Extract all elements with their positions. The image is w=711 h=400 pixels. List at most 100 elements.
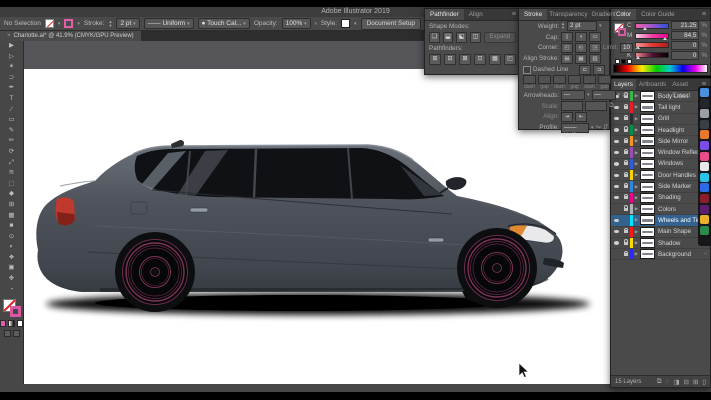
expand-arrow-icon[interactable]: ▶ — [633, 93, 640, 99]
layer-thumbnail[interactable] — [640, 114, 655, 124]
align-outside-button[interactable]: ▥ — [589, 54, 601, 64]
zoom-tool[interactable]: ◔ — [0, 285, 23, 296]
type-tool[interactable]: T — [0, 94, 23, 105]
gradient-button[interactable] — [8, 320, 14, 327]
dock-app-icon-10[interactable] — [700, 194, 709, 203]
layer-row[interactable]: ▶Main Shape○ — [611, 227, 710, 238]
align-dashes-button[interactable]: ⊐ — [593, 65, 605, 75]
lock-toggle[interactable] — [621, 185, 630, 188]
layer-name[interactable]: Side Mirror — [658, 138, 701, 145]
gap-field[interactable] — [598, 75, 611, 84]
expand-arrow-icon[interactable]: ▶ — [633, 161, 640, 167]
layer-row[interactable]: ▶Side Mirror○ — [611, 136, 710, 147]
trim-button[interactable]: ⊟ — [444, 54, 456, 65]
gap-field[interactable] — [538, 75, 551, 84]
expand-arrow-icon[interactable]: ▶ — [633, 217, 640, 223]
selection-tool[interactable]: ▶ — [0, 41, 23, 52]
tab-pathfinder[interactable]: Pathfinder — [425, 9, 464, 20]
layer-name[interactable]: Background — [658, 251, 701, 258]
line-segment-tool[interactable]: ∕ — [0, 105, 23, 116]
tab-stroke[interactable]: Stroke — [519, 9, 547, 20]
expand-button[interactable]: Expand — [484, 32, 516, 43]
profile-dropdown[interactable]: —— Uniform — [561, 123, 589, 133]
layer-name[interactable]: Headlight — [658, 127, 701, 134]
align-center-button[interactable]: ▤ — [561, 54, 573, 64]
rectangle-tool[interactable]: ▭ — [0, 115, 23, 126]
merge-button[interactable]: ⊠ — [459, 54, 471, 65]
layer-name[interactable]: Main Shape — [658, 228, 701, 235]
shape-builder-tool[interactable]: ◆ — [0, 189, 23, 200]
channel-value[interactable]: 21.25 — [671, 21, 699, 30]
document-setup-button[interactable]: Document Setup — [361, 18, 421, 30]
swap-arrowheads-icon[interactable]: ⇄ — [622, 92, 627, 99]
scale-tool[interactable]: ⤢ — [0, 158, 23, 169]
layer-row[interactable]: ▶Shadow○ — [611, 238, 710, 249]
scale-end-field[interactable] — [585, 101, 607, 111]
pen-tool[interactable]: ✒ — [0, 83, 23, 94]
visibility-toggle[interactable] — [611, 151, 621, 154]
flip-across-icon[interactable]: ⇵ — [603, 124, 608, 131]
weight-stepper[interactable]: ▲▼ — [561, 22, 565, 30]
mesh-tool[interactable]: ▦ — [0, 211, 23, 222]
unite-button[interactable]: ❏ — [429, 32, 440, 43]
dock-app-icon-4[interactable] — [700, 130, 709, 139]
expand-arrow-icon[interactable]: ▶ — [633, 251, 640, 257]
layer-thumbnail[interactable] — [640, 148, 655, 158]
cap-round-button[interactable]: ◖ — [575, 32, 587, 42]
corner-round-button[interactable]: ◴ — [575, 43, 587, 53]
eyedropper-tool[interactable]: ⊙ — [0, 232, 23, 243]
visibility-toggle[interactable] — [611, 162, 621, 165]
layer-row[interactable]: ▶Window Reflection○ — [611, 147, 710, 158]
arrowhead-end-dropdown[interactable]: — — [592, 90, 616, 100]
dock-app-icon-9[interactable] — [700, 183, 709, 192]
symbol-sprayer-tool[interactable]: ❖ — [0, 253, 23, 264]
brush-dropdown[interactable]: ● Touch Cal... ▾ — [198, 18, 250, 29]
visibility-toggle[interactable] — [611, 117, 621, 120]
stroke-weight-stepper[interactable]: ▲▼ — [108, 20, 112, 28]
expand-arrow-icon[interactable]: ▶ — [633, 104, 640, 110]
hand-tool[interactable]: ✥ — [0, 274, 23, 285]
preserve-dashes-button[interactable]: ⊏ — [579, 65, 591, 75]
arrowhead-start-dropdown[interactable]: — — [561, 90, 585, 100]
layer-name[interactable]: Shading — [658, 194, 701, 201]
pencil-tool[interactable]: ✏ — [0, 136, 23, 147]
dock-app-icon-3[interactable] — [700, 120, 709, 129]
dock-app-icon-6[interactable] — [700, 152, 709, 161]
weight-field[interactable]: 2 pt — [567, 21, 597, 31]
draw-normal-button[interactable] — [4, 330, 11, 337]
new-sublayer-icon[interactable]: ⊟ — [684, 378, 689, 386]
color-panel-menu-icon[interactable]: ≡ — [698, 9, 710, 20]
width-tool[interactable]: ≋ — [0, 168, 23, 179]
arrow-align-end-button[interactable]: ⇤ — [575, 112, 587, 122]
color-button[interactable] — [0, 320, 6, 327]
expand-arrow-icon[interactable]: ▶ — [633, 240, 640, 246]
layer-name[interactable]: Grill — [658, 115, 701, 122]
layer-name[interactable]: Colors — [658, 206, 701, 213]
stroke-weight-field[interactable]: 2 pt ▾ — [116, 18, 139, 29]
minus-back-button[interactable]: ◰ — [504, 54, 516, 65]
collect-for-export-icon[interactable]: ⧉ — [657, 378, 662, 386]
slider-track[interactable] — [635, 42, 669, 48]
profile-caret[interactable]: ▾ — [591, 125, 594, 131]
channel-value[interactable]: 84.5 — [671, 31, 699, 40]
visibility-toggle[interactable] — [611, 196, 621, 199]
stroke-panel-menu-icon[interactable]: ≡ — [618, 9, 630, 20]
screen-mode-button[interactable] — [13, 330, 20, 337]
dashed-line-checkbox[interactable] — [523, 66, 531, 74]
visibility-toggle[interactable] — [611, 219, 621, 222]
layer-thumbnail[interactable] — [640, 204, 655, 214]
visibility-toggle[interactable] — [611, 174, 621, 177]
slider-thumb[interactable] — [663, 37, 667, 40]
align-inside-button[interactable]: ▦ — [575, 54, 587, 64]
flip-along-icon[interactable]: ⇋ — [596, 124, 601, 131]
divide-button[interactable]: ⊞ — [429, 54, 441, 65]
dock-app-icon-8[interactable] — [700, 173, 709, 182]
visibility-toggle[interactable] — [611, 140, 621, 143]
lasso-tool[interactable]: ⊃ — [0, 73, 23, 84]
tab-layers[interactable]: Layers — [611, 79, 636, 90]
lock-toggle[interactable] — [621, 242, 630, 245]
stroke-color-swatch[interactable] — [10, 306, 21, 317]
dock-app-icon-7[interactable] — [700, 162, 709, 171]
free-transform-tool[interactable]: ⬚ — [0, 179, 23, 190]
delete-layer-icon[interactable]: ▯ — [702, 378, 706, 386]
